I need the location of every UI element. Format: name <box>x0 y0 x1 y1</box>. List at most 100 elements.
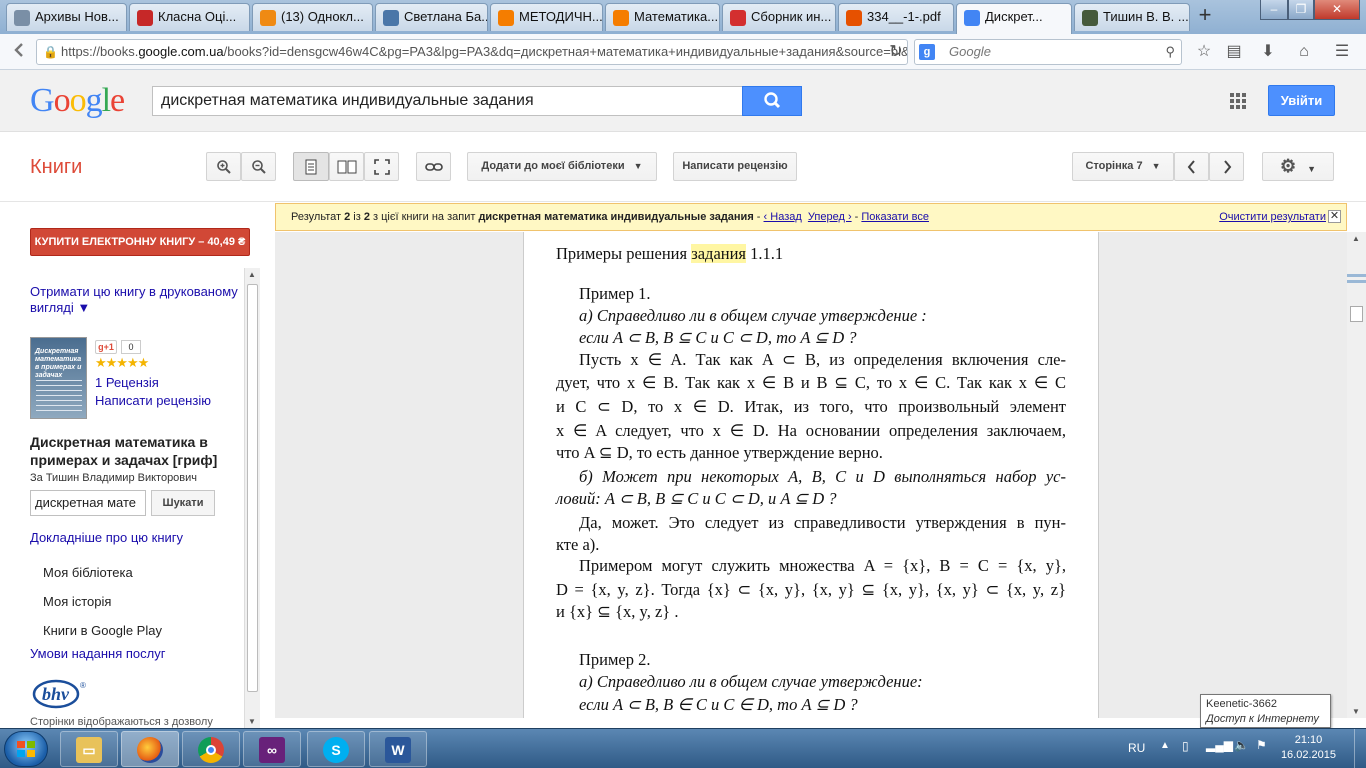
browser-tab-bar: Архивы Нов... Класна Оці... (13) Однокл...… <box>0 0 1366 34</box>
close-icon[interactable]: ✕ <box>1328 210 1341 223</box>
zoom-out-icon <box>251 160 266 174</box>
show-all-link[interactable]: Показати все <box>861 211 929 223</box>
maximize-button[interactable]: ❐ <box>1288 0 1314 20</box>
star-bookmark-icon[interactable]: ☆ <box>1192 41 1216 63</box>
tab-3[interactable]: (13) Однокл... <box>252 3 373 31</box>
get-print-book-link[interactable]: Отримати цю книгу в друкованому вигляді … <box>30 284 238 316</box>
next-page-button[interactable] <box>1209 152 1244 181</box>
tab-5[interactable]: МЕТОДИЧН... <box>490 3 603 31</box>
address-bar[interactable]: 🔒 https://books.google.com.ua/books?id=d… <box>36 39 908 65</box>
close-window-button[interactable]: ✕ <box>1314 0 1360 20</box>
reading-list-icon[interactable]: ▤ <box>1222 41 1246 63</box>
apps-grid-icon[interactable] <box>1230 93 1246 109</box>
clock[interactable]: 21:10 16.02.2015 <box>1281 733 1336 763</box>
sign-in-button[interactable]: Увійти <box>1268 85 1335 116</box>
book-page-viewer[interactable]: Примеры решения задания 1.1.1 Пример 1. а… <box>275 232 1347 718</box>
network-icon[interactable]: ▂▄▆ <box>1206 738 1233 752</box>
write-review-button[interactable]: Написати рецензію <box>673 152 797 181</box>
start-button[interactable] <box>4 731 48 767</box>
taskbar-word[interactable]: W <box>369 731 427 767</box>
terms-link[interactable]: Умови надання послуг <box>30 646 165 661</box>
back-icon[interactable] <box>8 41 32 63</box>
page-text-line: если A ⊂ B, B ∈ C и C ∈ D, то A ⊆ D ? <box>579 695 858 714</box>
url-prefix: https://books. <box>61 44 139 59</box>
tab-4[interactable]: Светлана Ба... <box>375 3 488 31</box>
about-book-link[interactable]: Докладніше про цю книгу <box>30 530 183 545</box>
search-in-book-button[interactable]: Шукати <box>151 490 215 516</box>
taskbar-firefox[interactable] <box>121 731 179 767</box>
clear-results-link[interactable]: Очистити результати <box>1219 204 1326 230</box>
menu-icon[interactable]: ☰ <box>1330 41 1354 63</box>
search-hit-marker[interactable] <box>1347 274 1366 277</box>
flag-icon[interactable]: ⚑ <box>1256 738 1267 752</box>
google-plus-button[interactable]: g+1 <box>95 340 117 354</box>
taskbar-chrome[interactable] <box>182 731 240 767</box>
volume-icon[interactable]: 🔈 <box>1234 738 1249 752</box>
write-review-link[interactable]: Написати рецензію <box>95 393 211 408</box>
google-search-input[interactable]: дискретная математика индивидуальные зад… <box>152 86 744 116</box>
show-hidden-icons-icon[interactable]: ▲ <box>1160 740 1170 751</box>
books-title[interactable]: Книги <box>30 156 82 179</box>
home-icon[interactable]: ⌂ <box>1292 41 1316 63</box>
link-button[interactable] <box>416 152 451 181</box>
minimize-button[interactable]: – <box>1260 0 1288 20</box>
scroll-up-icon[interactable]: ▲ <box>1352 234 1360 243</box>
book-sidebar: КУПИТИ ЕЛЕКТРОННУ КНИГУ – 40,49 ₴ ▲ ▼ От… <box>0 202 262 728</box>
my-history-link[interactable]: Моя історія <box>43 594 111 609</box>
device-icon[interactable]: ▯ <box>1182 739 1189 753</box>
search-highlight: задания <box>691 244 747 263</box>
page-select-button[interactable]: Сторінка 7 ▼ <box>1072 152 1174 181</box>
fullscreen-button[interactable] <box>364 152 399 181</box>
tab-8[interactable]: 334__-1-.pdf <box>838 3 954 31</box>
google-search-engine-icon[interactable]: g <box>919 44 935 60</box>
next-result-link[interactable]: Уперед › <box>808 211 852 223</box>
previous-page-button[interactable] <box>1174 152 1209 181</box>
download-icon[interactable]: ⬇ <box>1256 41 1280 63</box>
google-logo[interactable]: Google <box>30 82 125 120</box>
search-icon[interactable]: ⚲ <box>1165 40 1175 64</box>
language-indicator[interactable]: RU <box>1128 741 1145 755</box>
taskbar-visual-studio[interactable]: ∞ <box>243 731 301 767</box>
tab-9[interactable]: Дискрет... <box>956 3 1072 34</box>
shield-icon <box>137 10 153 26</box>
two-page-view-button[interactable] <box>329 152 364 181</box>
tab-10[interactable]: Тишин В. В. ... <box>1074 3 1190 31</box>
tab-6[interactable]: Математика... <box>605 3 720 31</box>
buy-ebook-button[interactable]: КУПИТИ ЕЛЕКТРОННУ КНИГУ – 40,49 ₴ <box>30 228 250 256</box>
book-cover-image[interactable]: Дискретная математика в примерах и задач… <box>30 337 87 419</box>
page-text-line: кте а). <box>556 535 600 554</box>
scrollbar-thumb[interactable] <box>247 284 258 692</box>
browser-search-input[interactable]: g Google ⚲ <box>914 39 1182 65</box>
zoom-out-button[interactable] <box>241 152 276 181</box>
zoom-in-button[interactable] <box>206 152 241 181</box>
taskbar-explorer[interactable]: ▭ <box>60 731 118 767</box>
show-desktop-button[interactable] <box>1354 729 1366 768</box>
tab-7[interactable]: Сборник ин... <box>722 3 836 31</box>
search-in-book-input[interactable]: дискретная мате <box>30 490 146 516</box>
scroll-up-icon[interactable]: ▲ <box>248 270 256 279</box>
reviews-link[interactable]: 1 Рецензія <box>95 375 159 390</box>
search-hit-marker[interactable] <box>1347 280 1366 283</box>
single-page-view-button[interactable] <box>293 152 329 181</box>
google-search-button[interactable] <box>742 86 802 116</box>
tab-1[interactable]: Архивы Нов... <box>6 3 127 31</box>
tab-label: Архивы Нов... <box>35 9 119 24</box>
settings-button[interactable]: ⚙ ▼ <box>1262 152 1334 181</box>
publisher-logo[interactable]: bhv ® <box>32 676 92 712</box>
my-library-link[interactable]: Моя бібліотека <box>43 565 133 580</box>
add-to-library-button[interactable]: Додати до моєї бібліотеки ▼ <box>467 152 657 181</box>
viewer-scrollbar[interactable]: ▲ ▼ <box>1347 232 1366 718</box>
chevron-left-icon <box>1187 160 1195 174</box>
page-text-line: б) Может при некоторых A, B, C и D выпол… <box>579 467 1066 486</box>
reload-icon[interactable]: ↻ <box>884 41 908 63</box>
new-tab-button[interactable]: + <box>1194 3 1216 29</box>
previous-result-link[interactable]: ‹ Назад <box>764 211 802 223</box>
scrollbar-thumb[interactable] <box>1350 306 1363 322</box>
taskbar-skype[interactable]: S <box>307 731 365 767</box>
scroll-down-icon[interactable]: ▼ <box>1352 707 1360 716</box>
google-play-books-link[interactable]: Книги в Google Play <box>43 623 162 638</box>
book-cover-decoration <box>36 380 82 414</box>
scroll-down-icon[interactable]: ▼ <box>248 717 256 726</box>
sidebar-scrollbar[interactable]: ▲ ▼ <box>244 268 260 728</box>
tab-2[interactable]: Класна Оці... <box>129 3 250 31</box>
